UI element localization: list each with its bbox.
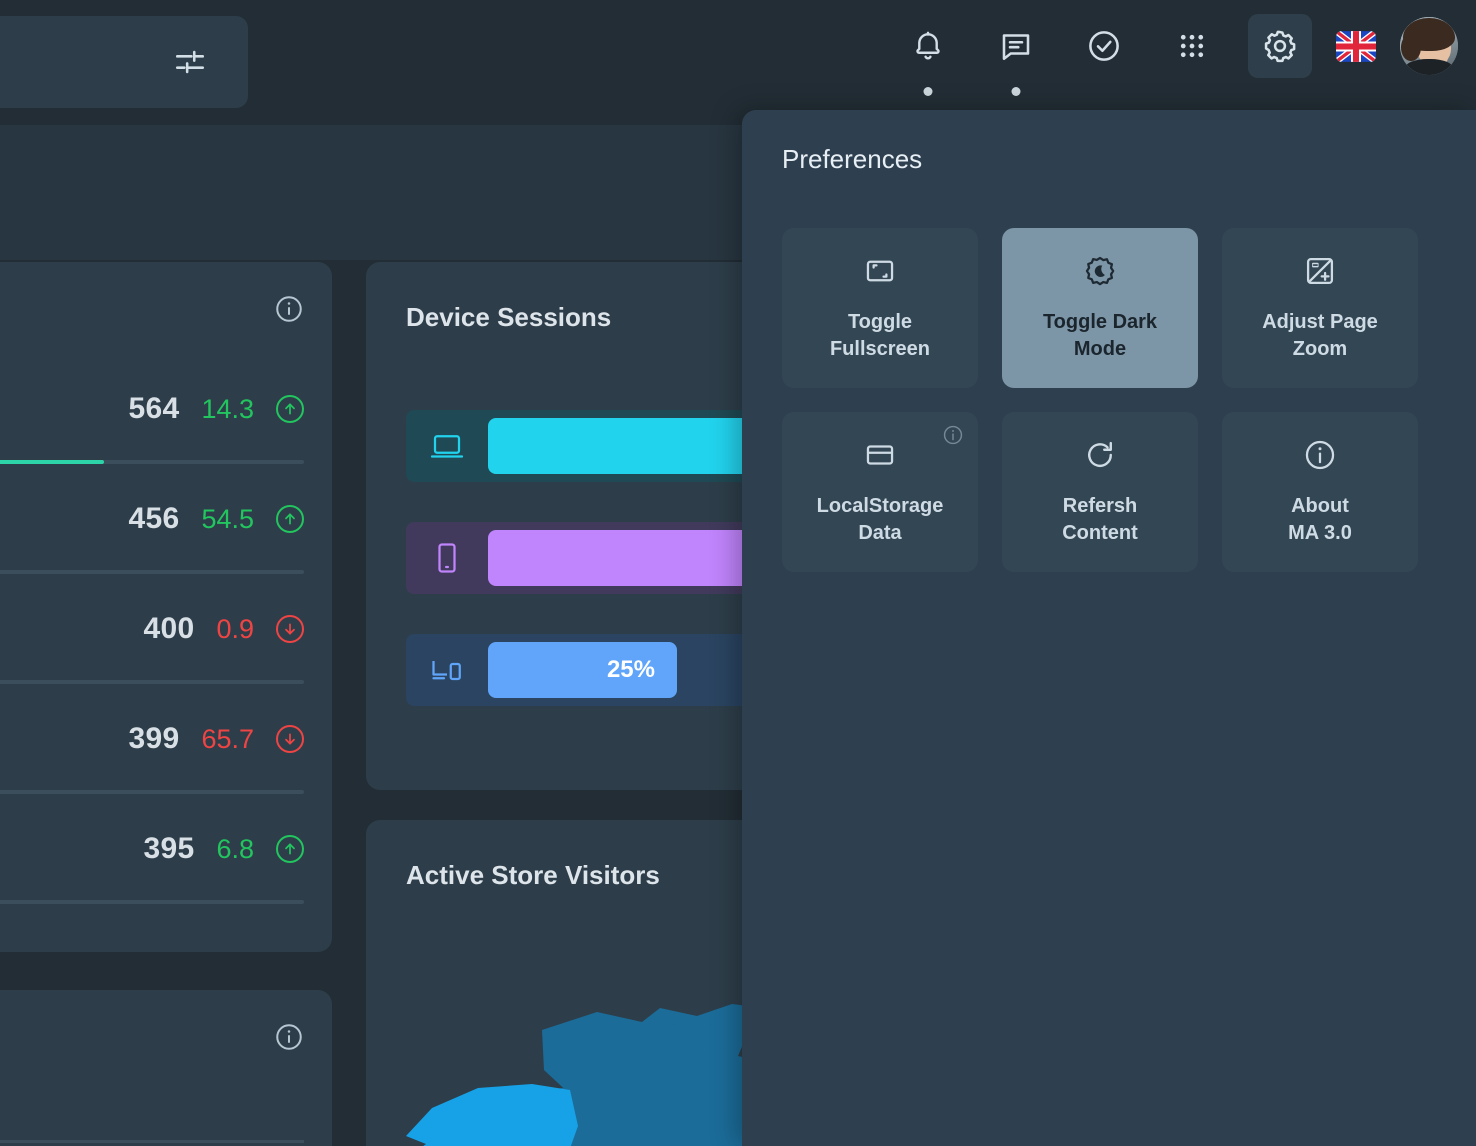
stat-value: 399 bbox=[128, 722, 180, 755]
stat-delta: 14.3 bbox=[201, 393, 254, 424]
stat-row: 564 14.3 bbox=[0, 354, 332, 464]
stat-row: 400 0.9 bbox=[0, 574, 332, 684]
preference-tile-label: Toggle Dark Mode bbox=[1042, 310, 1158, 360]
trend-down-icon bbox=[276, 615, 304, 643]
filter-panel bbox=[0, 16, 248, 108]
mobile-device-icon bbox=[406, 522, 488, 594]
preferences-tile-grid: Toggle Fullscreen Toggle Dark Mode Adjust … bbox=[782, 228, 1418, 572]
card-title: Active Store Visitors bbox=[406, 860, 660, 890]
stat-value: 400 bbox=[143, 612, 195, 645]
user-avatar[interactable] bbox=[1400, 17, 1458, 75]
preference-tile-label: Toggle Fullscreen bbox=[829, 310, 931, 360]
stat-row: 395 6.8 bbox=[0, 794, 332, 904]
notifications-icon[interactable] bbox=[896, 14, 960, 96]
stat-row: 399 65.7 bbox=[0, 684, 332, 794]
apps-grid-icon[interactable] bbox=[1160, 14, 1224, 78]
dashboard-root: 564 14.3 456 54.5 400 0.9 399 65.7 395 6.8 Device… bbox=[0, 0, 1476, 1146]
fullscreen-icon bbox=[863, 254, 897, 293]
trend-up-icon bbox=[276, 505, 304, 533]
preference-tile-refresh[interactable]: Refersh Content bbox=[1002, 412, 1198, 572]
preference-tile-label: LocalStorage Data bbox=[816, 494, 944, 544]
top-bar bbox=[0, 0, 1476, 125]
device-bar-value: 25% bbox=[606, 656, 655, 683]
tablet-device-icon bbox=[406, 634, 488, 706]
stat-delta: 0.9 bbox=[216, 613, 254, 644]
about-info-icon bbox=[1303, 438, 1337, 477]
trend-up-icon bbox=[276, 395, 304, 423]
stat-delta: 54.5 bbox=[201, 503, 254, 534]
stat-value: 564 bbox=[128, 392, 180, 425]
info-icon[interactable] bbox=[274, 294, 304, 329]
notification-badge-dot bbox=[923, 87, 933, 96]
preference-tile-fullscreen[interactable]: Toggle Fullscreen bbox=[782, 228, 978, 388]
stat-row: 456 54.5 bbox=[0, 464, 332, 574]
preferences-panel: Preferences Toggle Fullscreen Toggle Dark… bbox=[742, 110, 1476, 1146]
info-icon[interactable] bbox=[274, 1022, 304, 1057]
preference-tile-label: Refersh Content bbox=[1062, 494, 1138, 544]
card-title: Device Sessions bbox=[406, 302, 612, 332]
preference-tile-label: Adjust Page Zoom bbox=[1262, 310, 1378, 360]
messages-icon[interactable] bbox=[984, 14, 1048, 96]
preference-tile-localstorage[interactable]: LocalStorage Data bbox=[782, 412, 978, 572]
info-icon[interactable] bbox=[942, 424, 964, 451]
device-bar-fill: 25% bbox=[488, 642, 677, 698]
dark-mode-icon bbox=[1083, 254, 1117, 293]
preference-tile-label: About MA 3.0 bbox=[1288, 494, 1352, 544]
divider bbox=[0, 1140, 304, 1143]
top-bar-actions bbox=[896, 14, 1458, 96]
stat-value: 456 bbox=[128, 502, 180, 535]
stat-row-list: 564 14.3 456 54.5 400 0.9 399 65.7 395 6.8 bbox=[0, 354, 332, 904]
laptop-device-icon bbox=[406, 410, 488, 482]
tune-sliders-icon[interactable] bbox=[158, 30, 222, 94]
preferences-title: Preferences bbox=[782, 144, 923, 174]
localstorage-icon bbox=[863, 438, 897, 477]
uk-flag-icon[interactable] bbox=[1336, 30, 1376, 62]
trend-down-icon bbox=[276, 725, 304, 753]
page-zoom-icon bbox=[1303, 254, 1337, 293]
preference-tile-dark-mode[interactable]: Toggle Dark Mode bbox=[1002, 228, 1198, 388]
refresh-icon bbox=[1083, 438, 1117, 477]
stat-value: 395 bbox=[143, 832, 195, 865]
stat-progress-track bbox=[0, 900, 304, 904]
tasks-check-icon[interactable] bbox=[1072, 14, 1136, 78]
stat-delta: 65.7 bbox=[201, 723, 254, 754]
message-badge-dot bbox=[1011, 87, 1021, 96]
stat-delta: 6.8 bbox=[216, 833, 254, 864]
preference-tile-about-info[interactable]: About MA 3.0 bbox=[1222, 412, 1418, 572]
preference-tile-page-zoom[interactable]: Adjust Page Zoom bbox=[1222, 228, 1418, 388]
stats-card: 564 14.3 456 54.5 400 0.9 399 65.7 395 6.8 bbox=[0, 262, 332, 952]
settings-gear-icon[interactable] bbox=[1248, 14, 1312, 78]
secondary-stats-card bbox=[0, 990, 332, 1146]
trend-up-icon bbox=[276, 835, 304, 863]
